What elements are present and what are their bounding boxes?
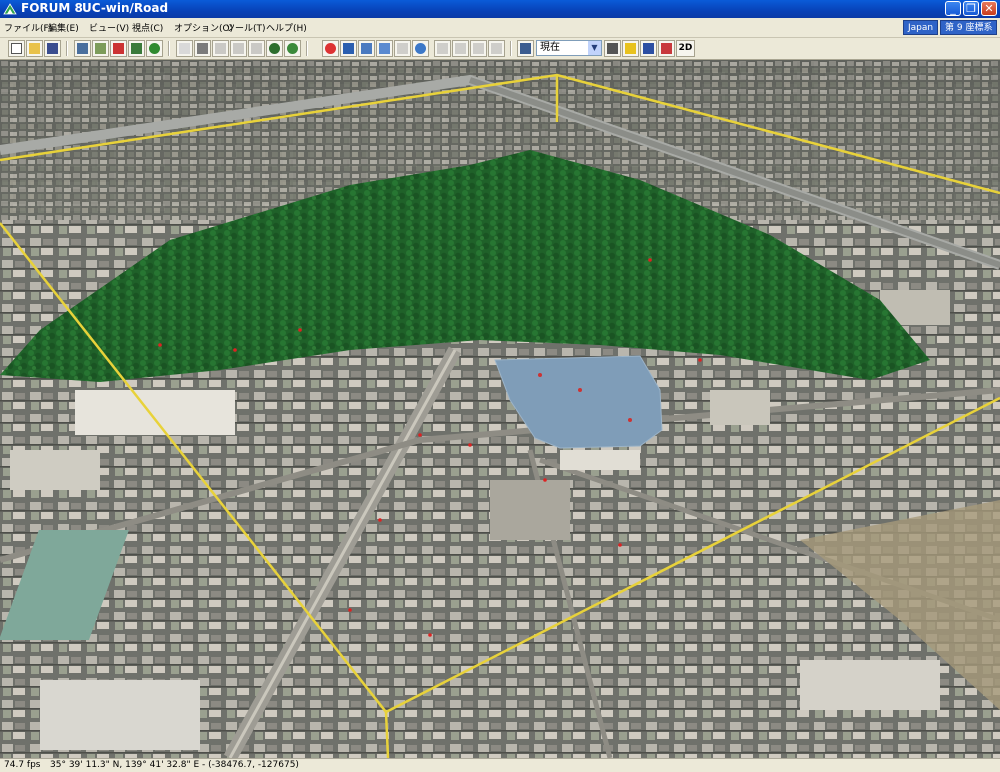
cross-button[interactable] xyxy=(394,40,411,57)
pause-yellow-icon xyxy=(625,43,636,54)
gear-icon xyxy=(607,43,618,54)
cross-icon xyxy=(397,43,408,54)
menu-view[interactable]: ビュー(V) xyxy=(89,21,129,34)
close-icon[interactable]: ✕ xyxy=(981,1,997,16)
terrain-button[interactable] xyxy=(92,40,109,57)
coordinate-readout: 35° 39' 11.3" N, 139° 41' 32.8" E - (-38… xyxy=(50,760,299,770)
monitor-icon xyxy=(77,43,88,54)
document-icon xyxy=(179,43,190,54)
person-icon xyxy=(437,43,448,54)
title-bar: FORUM 8 UC-win/Road _ ❐ ✕ xyxy=(0,0,1000,18)
tool-button-2[interactable] xyxy=(248,40,265,57)
walk-button[interactable] xyxy=(110,40,127,57)
toolbar-separator xyxy=(168,41,170,56)
pause-play-button[interactable] xyxy=(622,40,639,57)
3d-viewport[interactable] xyxy=(0,60,1000,758)
tool-button-1[interactable] xyxy=(230,40,247,57)
pan-icon xyxy=(379,43,390,54)
fps-readout: 74.7 fps xyxy=(4,760,41,770)
pedestrian-button[interactable] xyxy=(128,40,145,57)
coordinate-system-badge[interactable]: 第 9 座標系 xyxy=(940,20,998,35)
tree-button[interactable] xyxy=(146,40,163,57)
open-button[interactable] xyxy=(26,40,43,57)
car-button[interactable] xyxy=(470,40,487,57)
skip-back-icon xyxy=(643,43,654,54)
pan-button[interactable] xyxy=(376,40,393,57)
view-button[interactable] xyxy=(517,40,534,57)
toolbar: 現在 ▼ 2D xyxy=(0,38,1000,60)
new-file-icon xyxy=(11,43,22,54)
menu-options[interactable]: オプション(O) xyxy=(174,21,233,34)
mountain-icon xyxy=(520,43,531,54)
globe-button[interactable] xyxy=(412,40,429,57)
arrow-icon xyxy=(233,43,244,54)
move-icon xyxy=(361,43,372,54)
settings-button[interactable] xyxy=(604,40,621,57)
region-badge[interactable]: Japan xyxy=(903,20,939,35)
save-icon xyxy=(47,43,58,54)
screen-icon xyxy=(215,43,226,54)
save-button[interactable] xyxy=(44,40,61,57)
leaf-icon xyxy=(287,43,298,54)
status-bar: 74.7 fps 35° 39' 11.3" N, 139° 41' 32.8"… xyxy=(0,758,1000,772)
menu-tools[interactable]: ツール(T) xyxy=(226,21,266,34)
tree-icon xyxy=(149,43,160,54)
2d-toggle-button[interactable]: 2D xyxy=(676,40,695,57)
viewpoint-select[interactable]: 現在 ▼ xyxy=(536,40,602,56)
flag-button[interactable] xyxy=(658,40,675,57)
screen-button[interactable] xyxy=(212,40,229,57)
plant-button[interactable] xyxy=(284,40,301,57)
menu-bar: ファイル(F) 編集(E) ビュー(V) 視点(C) オプション(O) ツール(… xyxy=(0,18,1000,38)
help-button[interactable] xyxy=(266,40,283,57)
minimize-icon[interactable]: _ xyxy=(945,1,961,16)
large-building xyxy=(75,390,235,435)
record-button[interactable] xyxy=(488,40,505,57)
window-title: UC-win/Road xyxy=(82,1,169,15)
pause-icon xyxy=(455,43,466,54)
folder-icon xyxy=(29,43,40,54)
document-button[interactable] xyxy=(176,40,193,57)
arrow-icon xyxy=(251,43,262,54)
person-icon xyxy=(131,43,142,54)
person-tool-button[interactable] xyxy=(434,40,451,57)
rotate-icon xyxy=(325,43,336,54)
toolbar-separator xyxy=(306,41,308,56)
first-frame-button[interactable] xyxy=(640,40,657,57)
viewpoint-select-value: 現在 xyxy=(540,42,560,53)
record-icon xyxy=(491,43,502,54)
menu-help[interactable]: ヘルプ(H) xyxy=(266,21,307,34)
person-red-icon xyxy=(113,43,124,54)
forum8-logo-icon xyxy=(3,3,17,15)
chevron-down-icon[interactable]: ▼ xyxy=(588,41,601,55)
restore-icon[interactable]: ❐ xyxy=(963,1,979,16)
car-icon xyxy=(473,43,484,54)
rotate-button[interactable] xyxy=(322,40,339,57)
move-button[interactable] xyxy=(358,40,375,57)
new-file-button[interactable] xyxy=(8,40,25,57)
help-icon xyxy=(269,43,280,54)
menu-edit[interactable]: 編集(E) xyxy=(48,21,79,34)
terrain-icon xyxy=(95,43,106,54)
aerial-city-scene xyxy=(0,60,1000,758)
toolbar-separator xyxy=(510,41,512,56)
menu-file[interactable]: ファイル(F) xyxy=(4,21,52,34)
app-name: FORUM 8 xyxy=(21,1,83,15)
anchor-button[interactable] xyxy=(340,40,357,57)
pause-button[interactable] xyxy=(452,40,469,57)
anchor-icon xyxy=(343,43,354,54)
menu-viewpoint[interactable]: 視点(C) xyxy=(132,21,163,34)
camera-icon xyxy=(197,43,208,54)
flag-icon xyxy=(661,43,672,54)
camera-button[interactable] xyxy=(194,40,211,57)
toolbar-separator xyxy=(66,41,68,56)
road-view-button[interactable] xyxy=(74,40,91,57)
globe-icon xyxy=(415,43,426,54)
